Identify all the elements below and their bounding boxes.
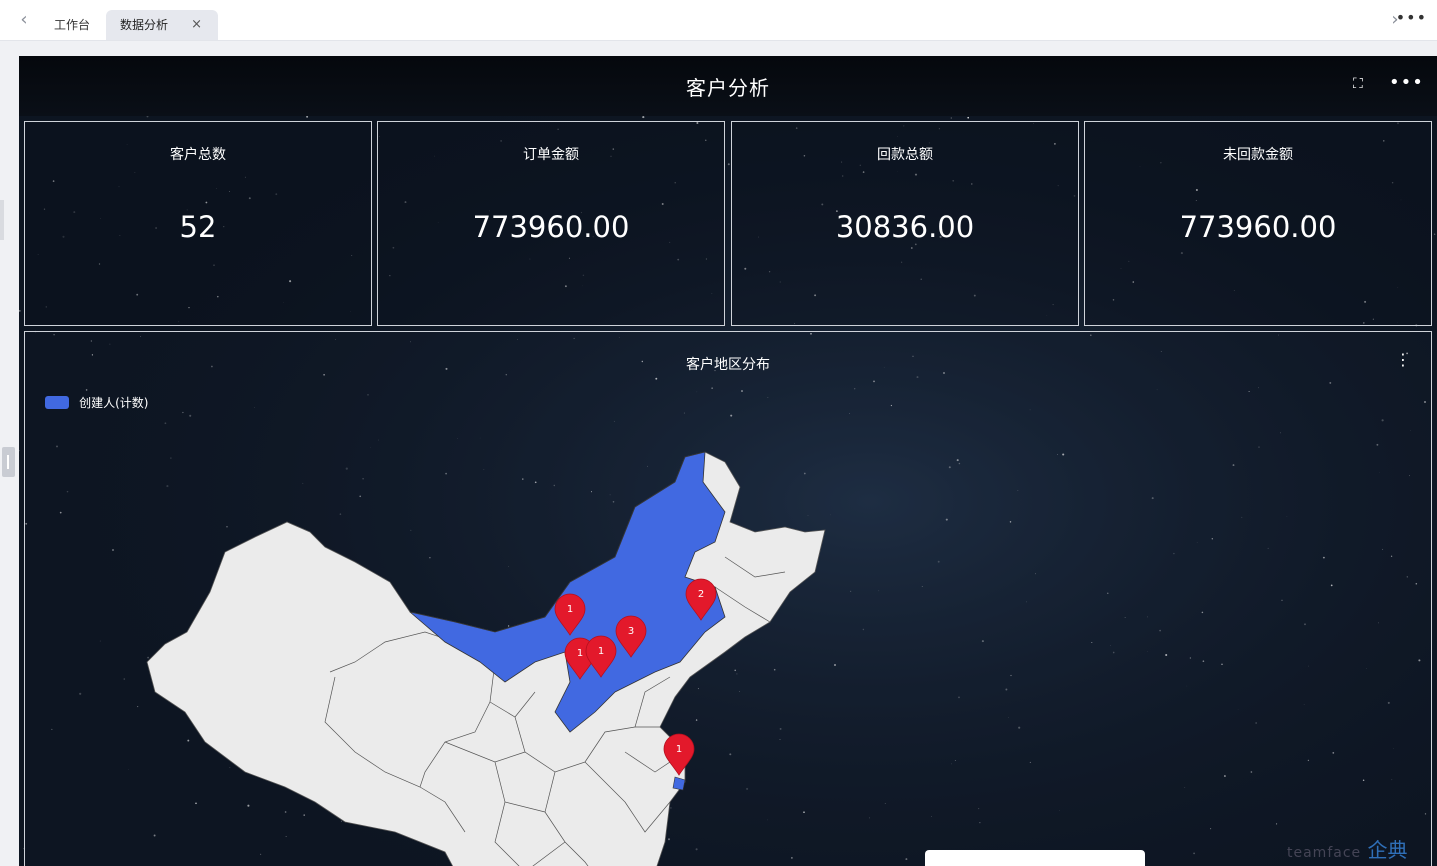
watermark-text: 企典: [1367, 838, 1408, 862]
marker-label: 3: [628, 626, 634, 637]
dashboard-header: 客户分析 ⛶ •••: [19, 56, 1437, 116]
kpi-value: 30836.00: [835, 210, 975, 244]
close-icon[interactable]: ×: [191, 10, 202, 40]
star: [306, 115, 309, 118]
left-panel-edge: [0, 200, 4, 240]
kpi-value: 52: [179, 210, 217, 244]
dashboard: 客户分析 ⛶ ••• 客户总数 52 订单金额 773960.00 回款总额 3…: [19, 56, 1437, 866]
kpi-value: 773960.00: [1179, 210, 1337, 244]
kpi-label: 回款总额: [877, 147, 933, 163]
star: [950, 117, 952, 119]
kpi-label: 订单金额: [523, 147, 579, 163]
star: [967, 116, 969, 119]
kpi-card-payment-total: 回款总额 30836.00: [731, 121, 1079, 326]
marker-label: 1: [577, 648, 583, 659]
more-icon[interactable]: •••: [1389, 72, 1424, 93]
fullscreen-icon[interactable]: ⛶: [1353, 76, 1363, 92]
tab-data-analysis[interactable]: 数据分析 ×: [106, 10, 218, 40]
marker-label: 1: [598, 646, 604, 657]
marker-label: 1: [676, 744, 682, 755]
marker-label: 1: [567, 604, 573, 615]
page-title: 客户分析: [686, 76, 770, 100]
kpi-card-total-customers: 客户总数 52: [24, 121, 372, 326]
more-icon[interactable]: •••: [1396, 8, 1427, 27]
customer-region-map-panel: 客户地区分布 ⋮ 创建人(计数) 1 1 1 3 2 1: [24, 331, 1432, 866]
marker-label: 2: [698, 589, 704, 600]
star: [1434, 233, 1436, 235]
kpi-card-order-amount: 订单金额 773960.00: [377, 121, 725, 326]
watermark: teamface 企典: [1287, 834, 1408, 863]
star: [642, 116, 645, 119]
kpi-label: 未回款金额: [1223, 147, 1293, 163]
star: [19, 310, 21, 312]
sidebar-toggle-handle[interactable]: [2, 447, 15, 477]
tab-label: 工作台: [54, 18, 91, 32]
tooltip-popup: [925, 850, 1145, 866]
tab-label: 数据分析: [120, 18, 169, 32]
kpi-label: 客户总数: [170, 147, 226, 163]
star: [727, 163, 730, 166]
tab-workbench[interactable]: 工作台: [40, 10, 106, 40]
chevron-left-icon[interactable]: ‹: [14, 10, 34, 30]
watermark-sub: teamface: [1287, 845, 1362, 861]
kpi-card-unpaid-amount: 未回款金额 773960.00: [1084, 121, 1432, 326]
tab-bar: ‹ 工作台 数据分析 × › •••: [0, 0, 1437, 41]
kpi-value: 773960.00: [472, 210, 630, 244]
china-map: 1 1 1 3 2 1: [146, 451, 826, 866]
